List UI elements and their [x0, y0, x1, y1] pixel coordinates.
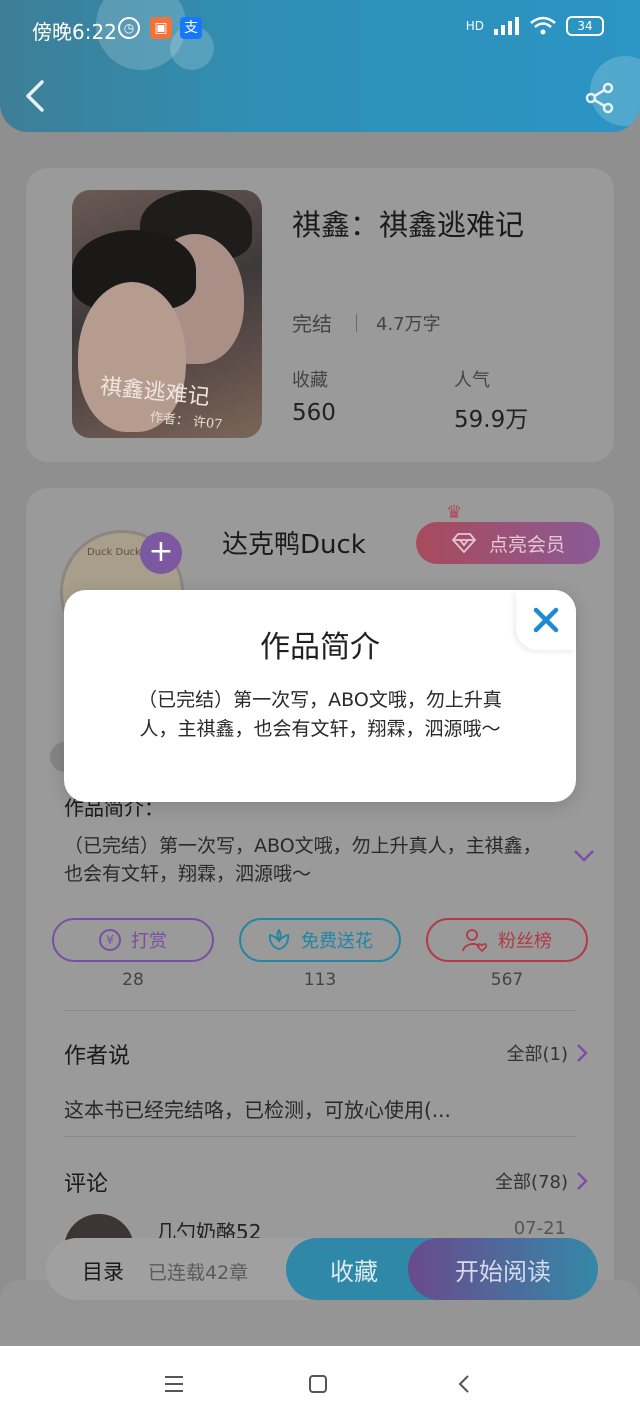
divider [64, 1010, 576, 1011]
comments-all-link[interactable]: 全部(78) [495, 1168, 588, 1194]
vip-button[interactable]: 点亮会员 [416, 522, 600, 564]
status-bar: 傍晚6:22 ◷ ▣ 支 HD 34 [0, 0, 640, 58]
fan-count: 567 [490, 970, 524, 990]
divider [64, 1136, 576, 1137]
table-of-contents-button[interactable]: 目录 [82, 1256, 124, 1286]
system-nav-bar [0, 1346, 640, 1422]
author-name: 达克鸭Duck [222, 530, 366, 560]
send-flower-button[interactable]: 免费送花 [239, 918, 401, 962]
fan-ranking-button[interactable]: 粉丝榜 [426, 918, 588, 962]
chevron-right-icon [577, 1172, 588, 1190]
user-heart-icon [462, 929, 488, 952]
author-says-all-label: 全部(1) [506, 1044, 569, 1065]
alipay-icon: 支 [180, 17, 202, 39]
header: 傍晚6:22 ◷ ▣ 支 HD 34 [0, 0, 640, 132]
favorites-value: 560 [292, 400, 336, 426]
status-time: 傍晚6:22 [32, 20, 117, 44]
book-status: 完结 [292, 312, 332, 336]
crown-icon: ♛ [446, 502, 463, 523]
back-triangle-icon[interactable] [448, 1368, 480, 1400]
tip-button[interactable]: ¥ 打赏 [52, 918, 214, 962]
home-square-icon[interactable] [302, 1368, 334, 1400]
signal-icon [494, 17, 519, 35]
tip-count: 28 [122, 970, 144, 990]
back-arrow-icon[interactable] [22, 78, 48, 114]
yen-icon: ¥ [99, 929, 121, 951]
author-says-text[interactable]: 这本书已经完结咯，已检测，可放心使用(... [64, 1094, 451, 1123]
battery-indicator: 34 [566, 16, 604, 36]
intro-text: （已完结）第一次写，ABO文哦，勿上升真人，主祺鑫，也会有文轩，翔霖，泗源哦～ [64, 835, 542, 885]
author-says-title: 作者说 [64, 1044, 131, 1069]
favorites-label: 收藏 [292, 370, 328, 391]
start-reading-label: 开始阅读 [455, 1257, 551, 1286]
chapter-count: 已连载42章 [148, 1262, 249, 1284]
network-label: HD [465, 19, 484, 33]
alarm-icon: ◷ [118, 17, 140, 39]
modal-body: （已完结）第一次写，ABO文哦，勿上升真人，主祺鑫，也会有文轩，翔霖，泗源哦～ [138, 689, 502, 740]
comment-date: 07-21 [513, 1218, 566, 1239]
menu-icon[interactable] [158, 1368, 190, 1400]
send-flower-label: 免费送花 [301, 931, 373, 952]
avatar-text: Duck Duck [87, 547, 141, 558]
follow-plus-button[interactable]: + [140, 532, 182, 574]
divider [356, 314, 357, 332]
word-count: 4.7万字 [376, 314, 441, 335]
flower-count: 113 [303, 970, 337, 990]
flower-icon [268, 929, 290, 950]
intro-modal: 作品简介 （已完结）第一次写，ABO文哦，勿上升真人，主祺鑫，也会有文轩，翔霖，… [64, 590, 576, 802]
status-right: HD 34 [466, 16, 604, 36]
book-title: 祺鑫：祺鑫逃难记 [292, 208, 525, 242]
bottom-action-bar: 目录 已连载42章 收藏 开始阅读 [46, 1238, 598, 1300]
start-reading-button[interactable]: 开始阅读 [408, 1238, 598, 1300]
popularity-value: 59.9万 [454, 407, 529, 433]
chevron-right-icon [577, 1044, 588, 1062]
collect-label: 收藏 [330, 1257, 378, 1286]
fan-ranking-label: 粉丝榜 [498, 931, 552, 952]
comments-title: 评论 [64, 1172, 109, 1197]
author-says-all-link[interactable]: 全部(1) [507, 1040, 589, 1066]
chevron-down-icon[interactable] [572, 848, 596, 864]
cover-author-art: 作者： 许07 [149, 410, 224, 433]
popularity-label: 人气 [454, 370, 490, 391]
wifi-icon [530, 16, 556, 35]
modal-title: 作品简介 [260, 630, 380, 665]
comments-all-label: 全部(78) [495, 1172, 568, 1193]
diamond-icon [451, 533, 477, 553]
tip-label: 打赏 [131, 931, 167, 952]
shopping-app-icon: ▣ [150, 17, 172, 39]
vip-label: 点亮会员 [488, 533, 565, 556]
share-icon[interactable] [584, 82, 616, 114]
book-cover[interactable]: 祺鑫逃难记 作者： 许07 [72, 190, 262, 438]
book-info-card: 祺鑫逃难记 作者： 许07 祺鑫：祺鑫逃难记 完结 4.7万字 收藏 560 人… [26, 168, 614, 462]
